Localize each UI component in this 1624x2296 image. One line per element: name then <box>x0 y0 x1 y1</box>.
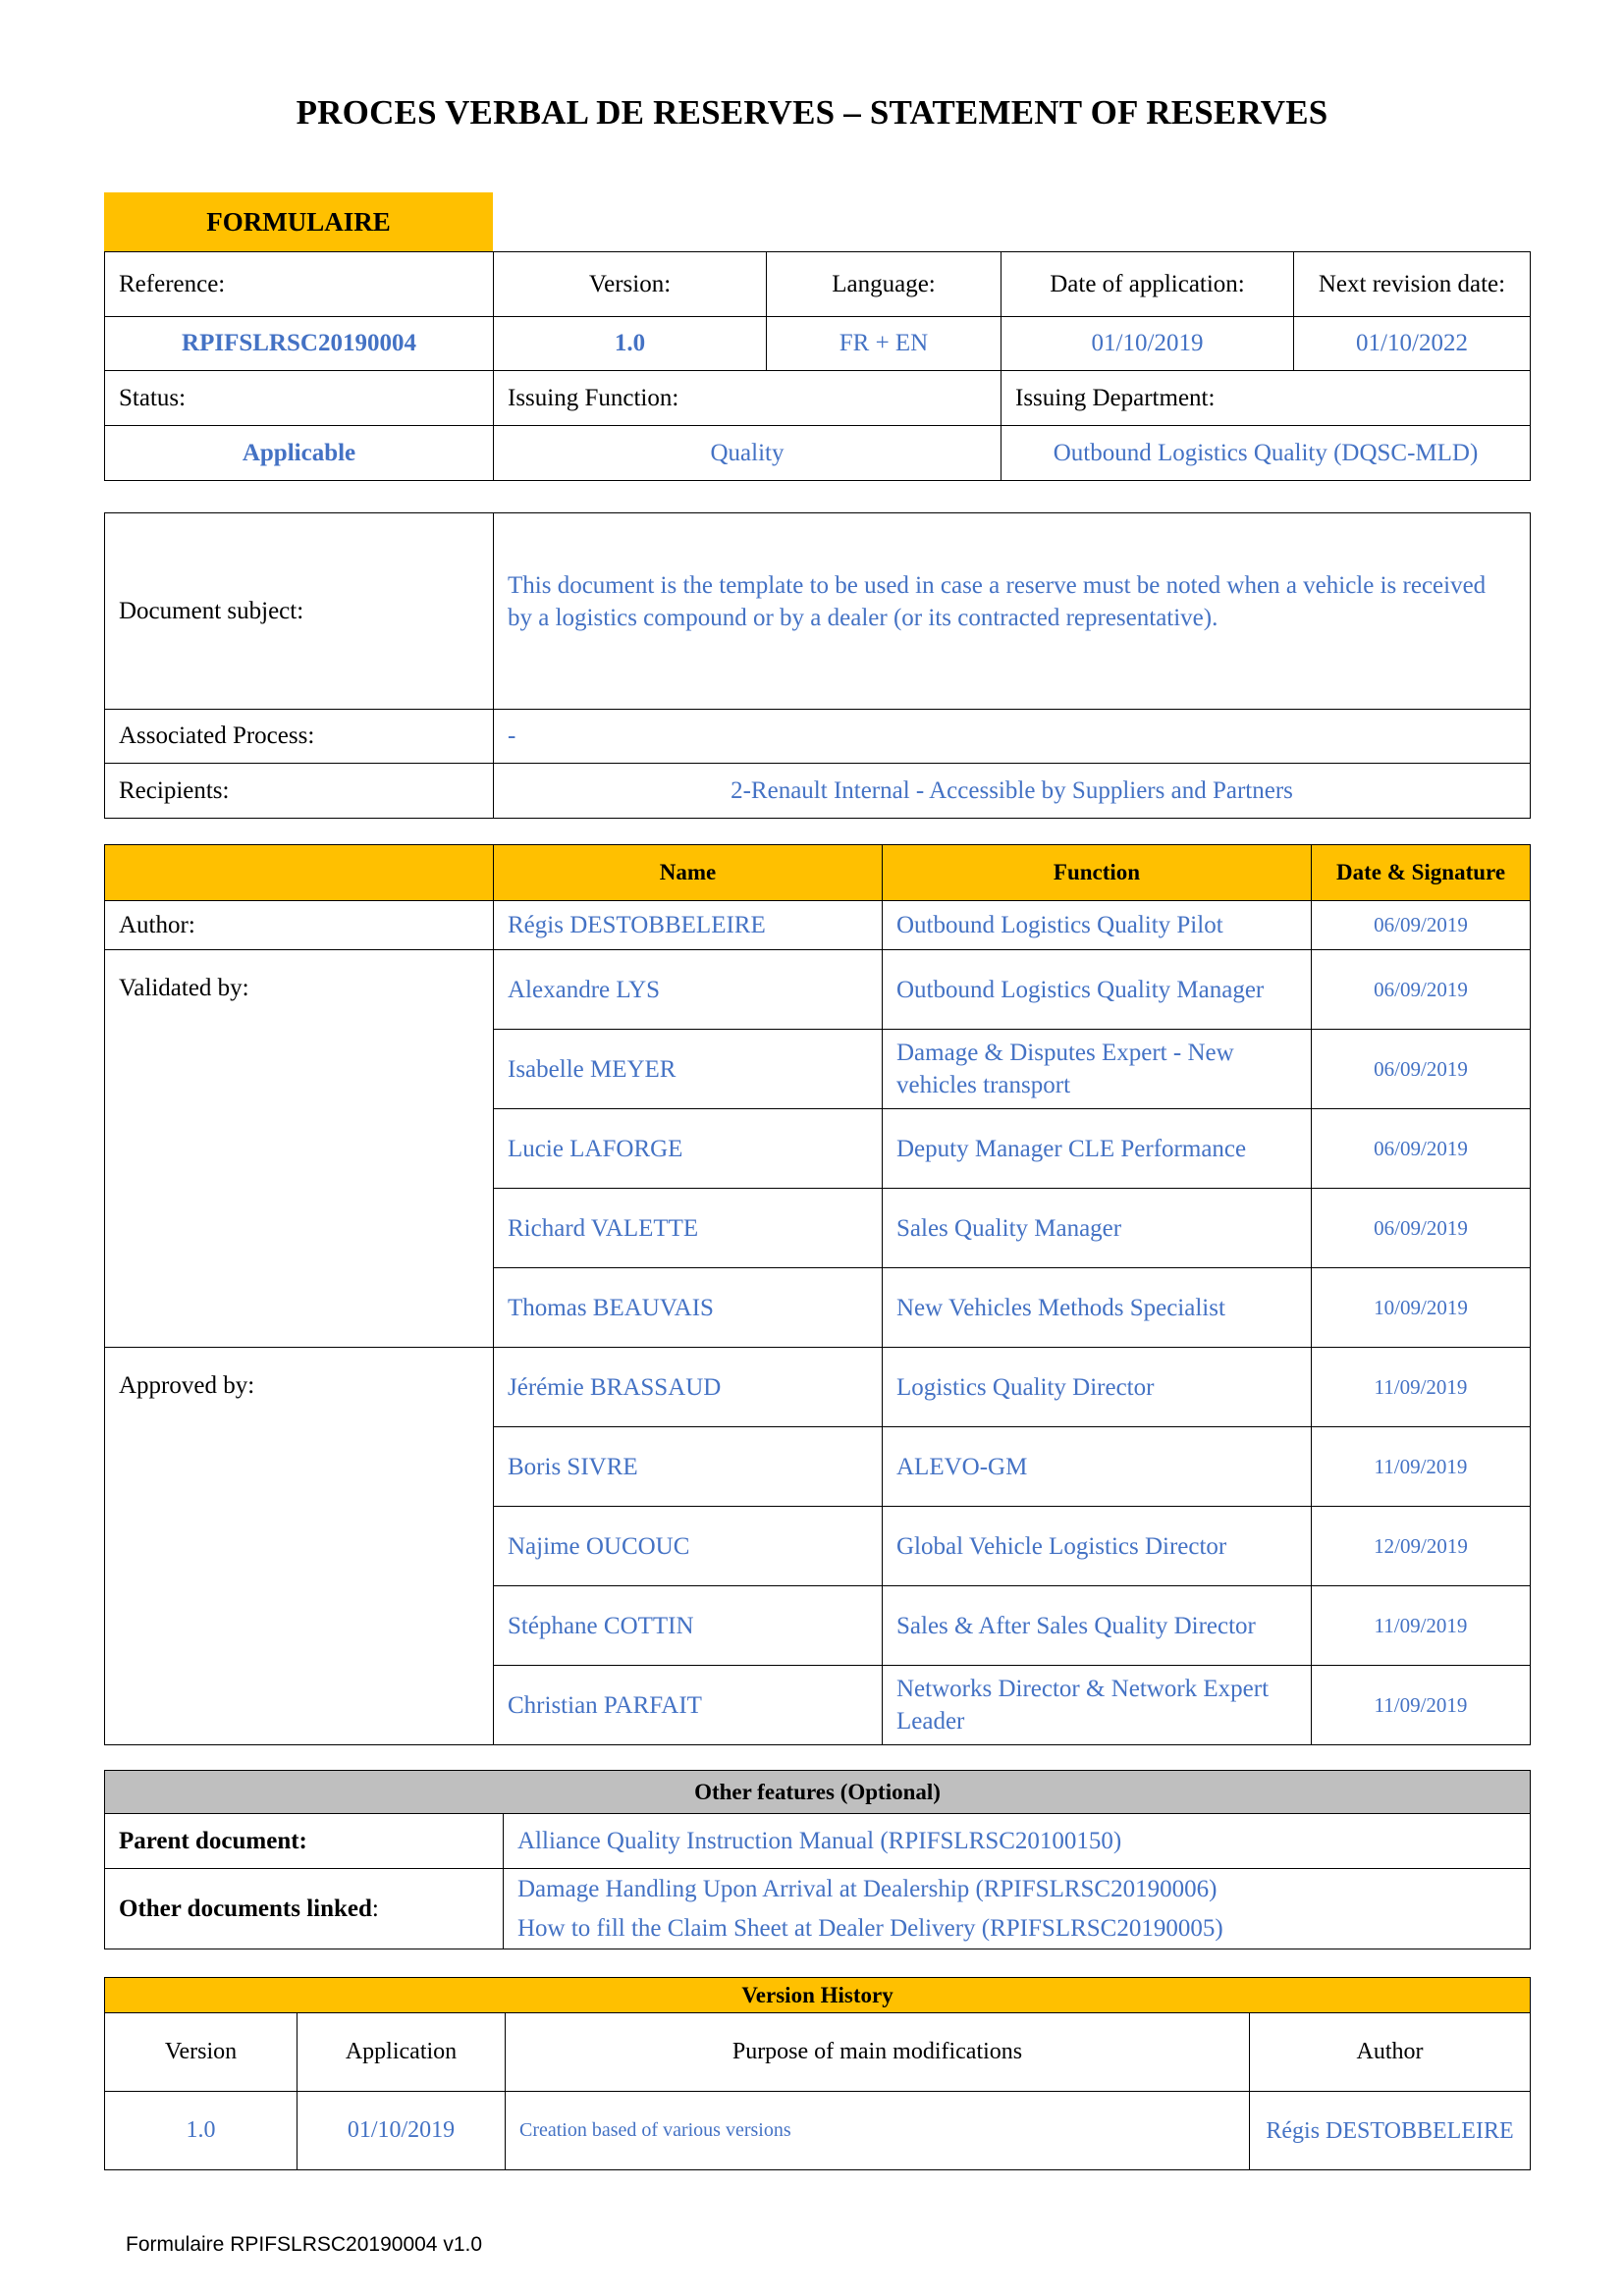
linked-document-link[interactable]: How to fill the Claim Sheet at Dealer De… <box>517 1909 1516 1949</box>
linked-document-link[interactable]: Damage Handling Upon Arrival at Dealersh… <box>517 1870 1516 1909</box>
features-header: Other features (Optional) <box>104 1770 1531 1814</box>
signatory-function: Outbound Logistics Quality Pilot <box>882 900 1312 950</box>
status-label: Status: <box>104 370 494 426</box>
signatory-name: Christian PARFAIT <box>493 1665 883 1745</box>
form-label: FORMULAIRE <box>104 192 493 251</box>
signatory-function: Deputy Manager CLE Performance <box>882 1108 1312 1189</box>
signatory-name: Najime OUCOUC <box>493 1506 883 1586</box>
next-revision-value: 01/10/2022 <box>1293 316 1531 371</box>
validated-label: Validated by: <box>104 949 494 1348</box>
status-value: Applicable <box>104 425 494 481</box>
signatory-date: 06/09/2019 <box>1311 1108 1531 1189</box>
signatory-name: Lucie LAFORGE <box>493 1108 883 1189</box>
process-value: - <box>493 709 1531 764</box>
history-version: 1.0 <box>104 2091 298 2170</box>
signatory-function: New Vehicles Methods Specialist <box>882 1267 1312 1348</box>
signatory-name: Isabelle MEYER <box>493 1029 883 1109</box>
col-version: Version <box>104 2012 298 2092</box>
issuing-department-label: Issuing Department: <box>1001 370 1531 426</box>
signatory-date: 11/09/2019 <box>1311 1347 1531 1427</box>
signatory-name: Thomas BEAUVAIS <box>493 1267 883 1348</box>
issuing-function-value: Quality <box>493 425 1001 481</box>
signatory-date: 11/09/2019 <box>1311 1426 1531 1507</box>
signatory-name: Stéphane COTTIN <box>493 1585 883 1666</box>
reference-table: Reference: Version: Language: Date of ap… <box>104 251 1531 481</box>
signatory-date: 11/09/2019 <box>1311 1665 1531 1745</box>
signatory-date: 11/09/2019 <box>1311 1585 1531 1666</box>
signatory-name: Jérémie BRASSAUD <box>493 1347 883 1427</box>
header-spacer <box>104 844 494 901</box>
signatory-name: Alexandre LYS <box>493 949 883 1030</box>
signatory-name: Régis DESTOBBELEIRE <box>493 900 883 950</box>
history-purpose: Creation based of various versions <box>505 2091 1250 2170</box>
signatory-function: Sales Quality Manager <box>882 1188 1312 1268</box>
date-application-label: Date of application: <box>1001 251 1294 317</box>
issuing-department-value: Outbound Logistics Quality (DQSC-MLD) <box>1001 425 1531 481</box>
approved-label: Approved by: <box>104 1347 494 1745</box>
subject-label: Document subject: <box>104 512 494 710</box>
signatory-date: 06/09/2019 <box>1311 1188 1531 1268</box>
version-value: 1.0 <box>493 316 767 371</box>
issuing-function-label: Issuing Function: <box>493 370 1001 426</box>
date-application-value: 01/10/2019 <box>1001 316 1294 371</box>
subject-table: Document subject: This document is the t… <box>104 512 1531 819</box>
features-table: Other features (Optional) Parent documen… <box>104 1770 1531 1949</box>
col-purpose: Purpose of main modifications <box>505 2012 1250 2092</box>
signatory-function: Damage & Disputes Expert - New vehicles … <box>882 1029 1312 1109</box>
signatory-function: Logistics Quality Director <box>882 1347 1312 1427</box>
version-history-table: Version History Version Application Purp… <box>103 1977 1532 2170</box>
signatory-date: 06/09/2019 <box>1311 900 1531 950</box>
history-author: Régis DESTOBBELEIRE <box>1248 2091 1532 2170</box>
signatory-function: Sales & After Sales Quality Director <box>882 1585 1312 1666</box>
footer-text: Formulaire RPIFSLRSC20190004 v1.0 <box>126 2233 483 2256</box>
linked-documents-label: Other documents linked: <box>104 1868 504 1949</box>
signatory-name: Boris SIVRE <box>493 1426 883 1507</box>
author-label: Author: <box>104 900 494 950</box>
col-application: Application <box>297 2012 506 2092</box>
header-name: Name <box>493 844 883 901</box>
signatory-date: 12/09/2019 <box>1311 1506 1531 1586</box>
signatory-date: 06/09/2019 <box>1311 1029 1531 1109</box>
signatory-date: 10/09/2019 <box>1311 1267 1531 1348</box>
reference-value: RPIFSLRSC20190004 <box>104 316 494 371</box>
signatory-name: Richard VALETTE <box>493 1188 883 1268</box>
subject-text: This document is the template to be used… <box>493 512 1531 710</box>
signatory-function: Global Vehicle Logistics Director <box>882 1506 1312 1586</box>
process-label: Associated Process: <box>104 709 494 764</box>
language-value: FR + EN <box>766 316 1001 371</box>
parent-document-link[interactable]: Alliance Quality Instruction Manual (RPI… <box>503 1813 1531 1869</box>
language-label: Language: <box>766 251 1001 317</box>
recipients-label: Recipients: <box>104 763 494 819</box>
signatory-function: Networks Director & Network Expert Leade… <box>882 1665 1312 1745</box>
signatory-date: 06/09/2019 <box>1311 949 1531 1030</box>
version-label: Version: <box>493 251 767 317</box>
history-application: 01/10/2019 <box>297 2091 506 2170</box>
recipients-value: 2-Renault Internal - Accessible by Suppl… <box>493 763 1531 819</box>
signatory-function: Outbound Logistics Quality Manager <box>882 949 1312 1030</box>
signatures-table: Name Function Date & Signature Author: R… <box>104 844 1531 1745</box>
reference-label: Reference: <box>104 251 494 317</box>
col-author: Author <box>1248 2012 1532 2092</box>
signatory-function: ALEVO-GM <box>882 1426 1312 1507</box>
parent-document-label: Parent document: <box>104 1813 504 1869</box>
header-function: Function <box>882 844 1312 901</box>
header-date-signature: Date & Signature <box>1311 844 1531 901</box>
page-title: PROCES VERBAL DE RESERVES – STATEMENT OF… <box>296 93 1328 132</box>
version-history-header: Version History <box>103 1977 1532 2013</box>
next-revision-label: Next revision date: <box>1293 251 1531 317</box>
